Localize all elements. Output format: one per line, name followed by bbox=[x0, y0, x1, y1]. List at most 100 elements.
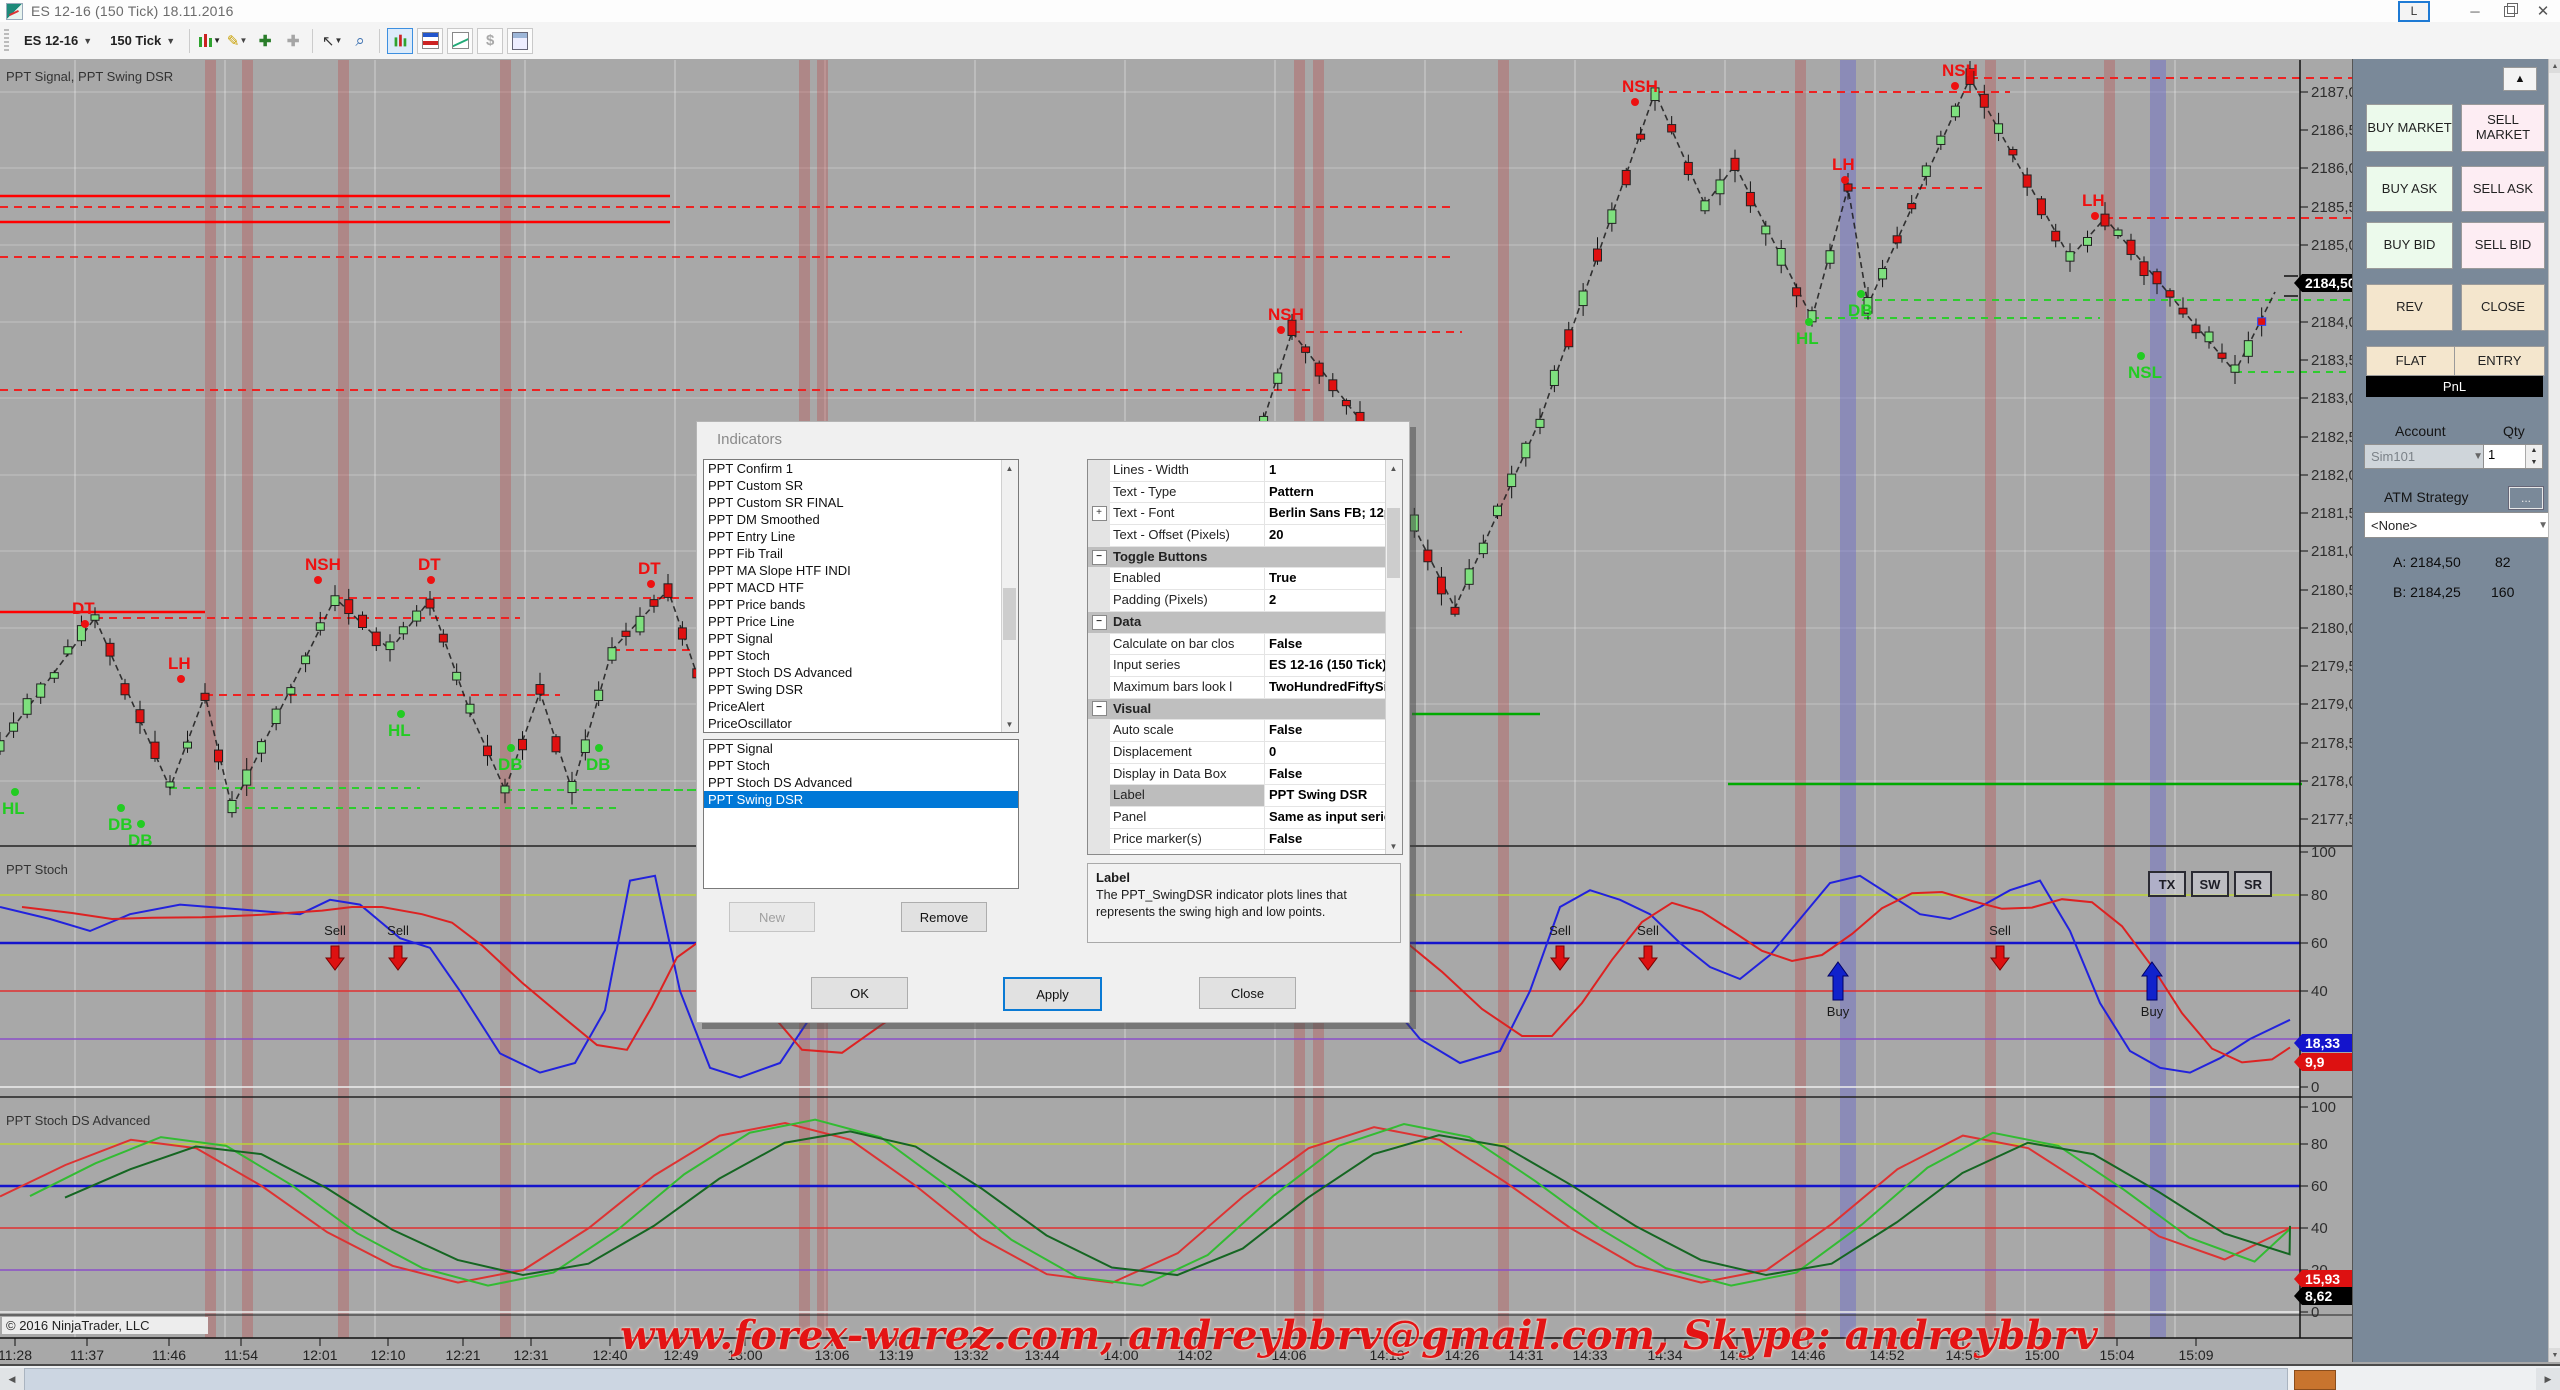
buy-ask-button[interactable]: BUY ASK bbox=[2366, 166, 2453, 212]
property-value[interactable]: PPT Swing DSR bbox=[1265, 785, 1386, 806]
property-row[interactable]: Price marker(s)False bbox=[1088, 829, 1386, 851]
property-value[interactable]: Berlin Sans FB; 12pt bbox=[1265, 503, 1386, 524]
vertical-scrollbar[interactable]: ▲ ▼ bbox=[2548, 59, 2560, 1362]
indicator-list-item[interactable]: PPT Stoch DS Advanced bbox=[704, 664, 1018, 681]
grid-scroll-down-icon[interactable]: ▼ bbox=[1386, 838, 1401, 854]
ok-button[interactable]: OK bbox=[811, 977, 908, 1009]
scroll-left-icon[interactable]: ◀ bbox=[0, 1368, 24, 1390]
indicator-list-item[interactable]: PPT Price bands bbox=[704, 596, 1018, 613]
indicator-list-item[interactable]: PPT Fib Trail bbox=[704, 545, 1018, 562]
atm-strategy-dropdown[interactable]: <None>▼ bbox=[2364, 512, 2555, 538]
zoom-icon[interactable]: ⌕ bbox=[348, 29, 372, 53]
reverse-button[interactable]: REV bbox=[2366, 284, 2453, 331]
property-row[interactable]: Input seriesES 12-16 (150 Tick) bbox=[1088, 655, 1386, 677]
property-row[interactable]: Displacement0 bbox=[1088, 742, 1386, 764]
scroll-right-icon[interactable]: ▶ bbox=[2536, 1368, 2560, 1390]
indicator-list-item[interactable]: PPT DM Smoothed bbox=[704, 511, 1018, 528]
drawing-tools-icon[interactable]: ✎▼ bbox=[225, 29, 249, 53]
calculator-icon[interactable] bbox=[507, 28, 533, 54]
flat-button[interactable]: FLAT bbox=[2366, 346, 2456, 376]
configured-indicator-item[interactable]: PPT Stoch bbox=[704, 757, 1018, 774]
property-value[interactable]: TwoHundredFiftySix bbox=[1265, 677, 1386, 698]
account-dropdown[interactable]: Sim101▼ bbox=[2364, 444, 2490, 469]
scroll-range-marker[interactable] bbox=[2294, 1370, 2336, 1390]
property-row[interactable]: LabelPPT Swing DSR bbox=[1088, 785, 1386, 807]
configured-indicator-item[interactable]: PPT Swing DSR bbox=[704, 791, 1018, 808]
property-category-row[interactable]: −Toggle Buttons bbox=[1088, 547, 1386, 569]
indicator-list-item[interactable]: PPT Signal bbox=[704, 630, 1018, 647]
property-row[interactable]: Text - TypePattern bbox=[1088, 482, 1386, 504]
close-position-button[interactable]: CLOSE bbox=[2461, 284, 2545, 331]
buy-bid-button[interactable]: BUY BID bbox=[2366, 222, 2453, 269]
expand-icon[interactable]: − bbox=[1092, 615, 1107, 630]
property-value[interactable]: False bbox=[1265, 720, 1386, 741]
close-button[interactable]: Close bbox=[1199, 977, 1296, 1009]
collapse-trader-icon[interactable]: ▲ bbox=[2503, 67, 2537, 91]
close-icon[interactable]: ✕ bbox=[2526, 1, 2560, 21]
grid-scroll-thumb[interactable] bbox=[1387, 508, 1400, 578]
indicator-list-item[interactable]: PriceOscillator bbox=[704, 715, 1018, 732]
property-category-row[interactable]: −Visual bbox=[1088, 699, 1386, 721]
sell-bid-button[interactable]: SELL BID bbox=[2461, 222, 2545, 269]
property-row[interactable]: Text - Offset (Pixels)20 bbox=[1088, 525, 1386, 547]
property-value[interactable]: False bbox=[1265, 634, 1386, 655]
quantity-stepper[interactable]: 1 ▲▼ bbox=[2483, 444, 2543, 469]
atm-more-button[interactable]: ... bbox=[2509, 487, 2543, 509]
new-button[interactable]: New bbox=[729, 902, 815, 932]
list-scroll-down-icon[interactable]: ▼ bbox=[1002, 716, 1017, 732]
grid-scroll-up-icon[interactable]: ▲ bbox=[1386, 460, 1401, 476]
property-value[interactable]: False bbox=[1265, 829, 1386, 850]
property-value[interactable]: ES 12-16 (150 Tick) bbox=[1265, 655, 1386, 676]
property-row[interactable]: Scale justificationRight bbox=[1088, 850, 1386, 855]
property-grid-scrollbar[interactable]: ▲ ▼ bbox=[1385, 460, 1402, 854]
property-row[interactable]: Maximum bars look lTwoHundredFiftySix bbox=[1088, 677, 1386, 699]
property-value[interactable]: Pattern bbox=[1265, 482, 1386, 503]
toolbar-grip[interactable] bbox=[4, 29, 9, 53]
property-row[interactable]: Auto scaleFalse bbox=[1088, 720, 1386, 742]
apply-button[interactable]: Apply bbox=[1003, 977, 1102, 1011]
qty-up-icon[interactable]: ▲ bbox=[2526, 445, 2542, 457]
entry-button[interactable]: ENTRY bbox=[2454, 346, 2545, 376]
property-value[interactable]: 1 bbox=[1265, 460, 1386, 481]
expand-icon[interactable]: + bbox=[1092, 506, 1107, 521]
indicator-list-item[interactable]: PriceAlert bbox=[704, 698, 1018, 715]
configured-indicator-item[interactable]: PPT Signal bbox=[704, 740, 1018, 757]
toggle-sr-button[interactable]: SR bbox=[2234, 871, 2272, 897]
sell-market-button[interactable]: SELL MARKET bbox=[2461, 104, 2545, 152]
buy-market-button[interactable]: BUY MARKET bbox=[2366, 104, 2453, 152]
dollar-icon[interactable]: $ bbox=[477, 28, 503, 54]
indicator-list-item[interactable]: PPT Price Line bbox=[704, 613, 1018, 630]
minimize-icon[interactable]: ─ bbox=[2458, 1, 2492, 21]
property-value[interactable]: 20 bbox=[1265, 525, 1386, 546]
add-marker-icon[interactable]: ✚ bbox=[253, 29, 277, 53]
restore-icon[interactable] bbox=[2492, 1, 2526, 21]
dom-icon[interactable] bbox=[417, 28, 443, 54]
remove-marker-icon[interactable]: ✚ bbox=[281, 29, 305, 53]
sell-ask-button[interactable]: SELL ASK bbox=[2461, 166, 2545, 212]
property-row[interactable]: Padding (Pixels)2 bbox=[1088, 590, 1386, 612]
chart-trader-toggle-icon[interactable] bbox=[387, 28, 413, 54]
scroll-down-icon[interactable]: ▼ bbox=[2549, 1348, 2560, 1362]
mini-chart-icon[interactable] bbox=[447, 28, 473, 54]
remove-button[interactable]: Remove bbox=[901, 902, 987, 932]
property-row[interactable]: Calculate on bar closFalse bbox=[1088, 634, 1386, 656]
property-value[interactable]: 2 bbox=[1265, 590, 1386, 611]
available-list-scrollbar[interactable]: ▲ ▼ bbox=[1001, 460, 1018, 732]
toggle-sw-button[interactable]: SW bbox=[2191, 871, 2229, 897]
interval-dropdown[interactable]: 150 Tick▼ bbox=[101, 28, 184, 53]
property-row[interactable]: EnabledTrue bbox=[1088, 568, 1386, 590]
chart-style-icon[interactable]: ▼ bbox=[197, 29, 221, 53]
indicator-list-item[interactable]: PPT Confirm 1 bbox=[704, 460, 1018, 477]
horizontal-scrollbar[interactable]: ◀ ▶ bbox=[0, 1364, 2560, 1390]
qty-down-icon[interactable]: ▼ bbox=[2526, 457, 2542, 469]
property-row[interactable]: Display in Data BoxFalse bbox=[1088, 764, 1386, 786]
indicator-list-item[interactable]: PPT Stoch bbox=[704, 647, 1018, 664]
expand-icon[interactable]: − bbox=[1092, 550, 1107, 565]
cursor-icon[interactable]: ↖▼ bbox=[320, 29, 344, 53]
property-value[interactable]: False bbox=[1265, 764, 1386, 785]
property-value[interactable]: 0 bbox=[1265, 742, 1386, 763]
property-row[interactable]: Lines - Width1 bbox=[1088, 460, 1386, 482]
instrument-dropdown[interactable]: ES 12-16▼ bbox=[15, 28, 101, 53]
property-value[interactable]: Same as input series bbox=[1265, 807, 1386, 828]
scroll-up-icon[interactable]: ▲ bbox=[2549, 59, 2560, 73]
